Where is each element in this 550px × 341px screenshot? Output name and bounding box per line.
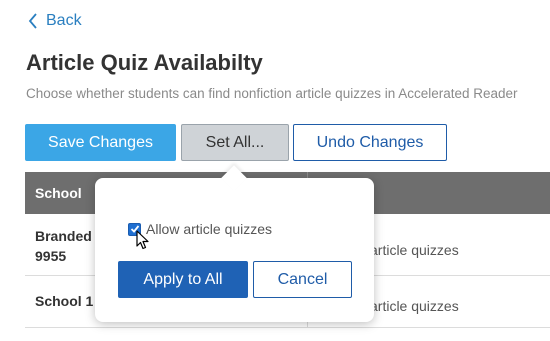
page-subtitle: Choose whether students can find nonfict…	[26, 86, 518, 101]
set-all-button[interactable]: Set All...	[181, 124, 289, 161]
mouse-pointer-icon	[136, 230, 149, 250]
quiz-status: article quizzes	[370, 298, 459, 314]
quiz-status: article quizzes	[370, 242, 459, 258]
apply-to-all-button[interactable]: Apply to All	[118, 261, 248, 298]
back-label: Back	[46, 12, 82, 29]
school-name: School 1	[35, 293, 94, 309]
page-title: Article Quiz Availabilty	[26, 50, 263, 75]
undo-changes-button[interactable]: Undo Changes	[293, 124, 447, 161]
set-all-popover: Allow article quizzes Apply to All Cance…	[95, 165, 374, 322]
column-header-school[interactable]: School	[35, 185, 82, 201]
cancel-button[interactable]: Cancel	[253, 261, 352, 298]
allow-quizzes-label: Allow article quizzes	[146, 221, 273, 237]
back-link[interactable]: Back	[28, 12, 82, 30]
chevron-left-icon	[28, 13, 37, 29]
popover-arrow	[221, 165, 247, 191]
save-changes-button[interactable]: Save Changes	[25, 124, 176, 161]
